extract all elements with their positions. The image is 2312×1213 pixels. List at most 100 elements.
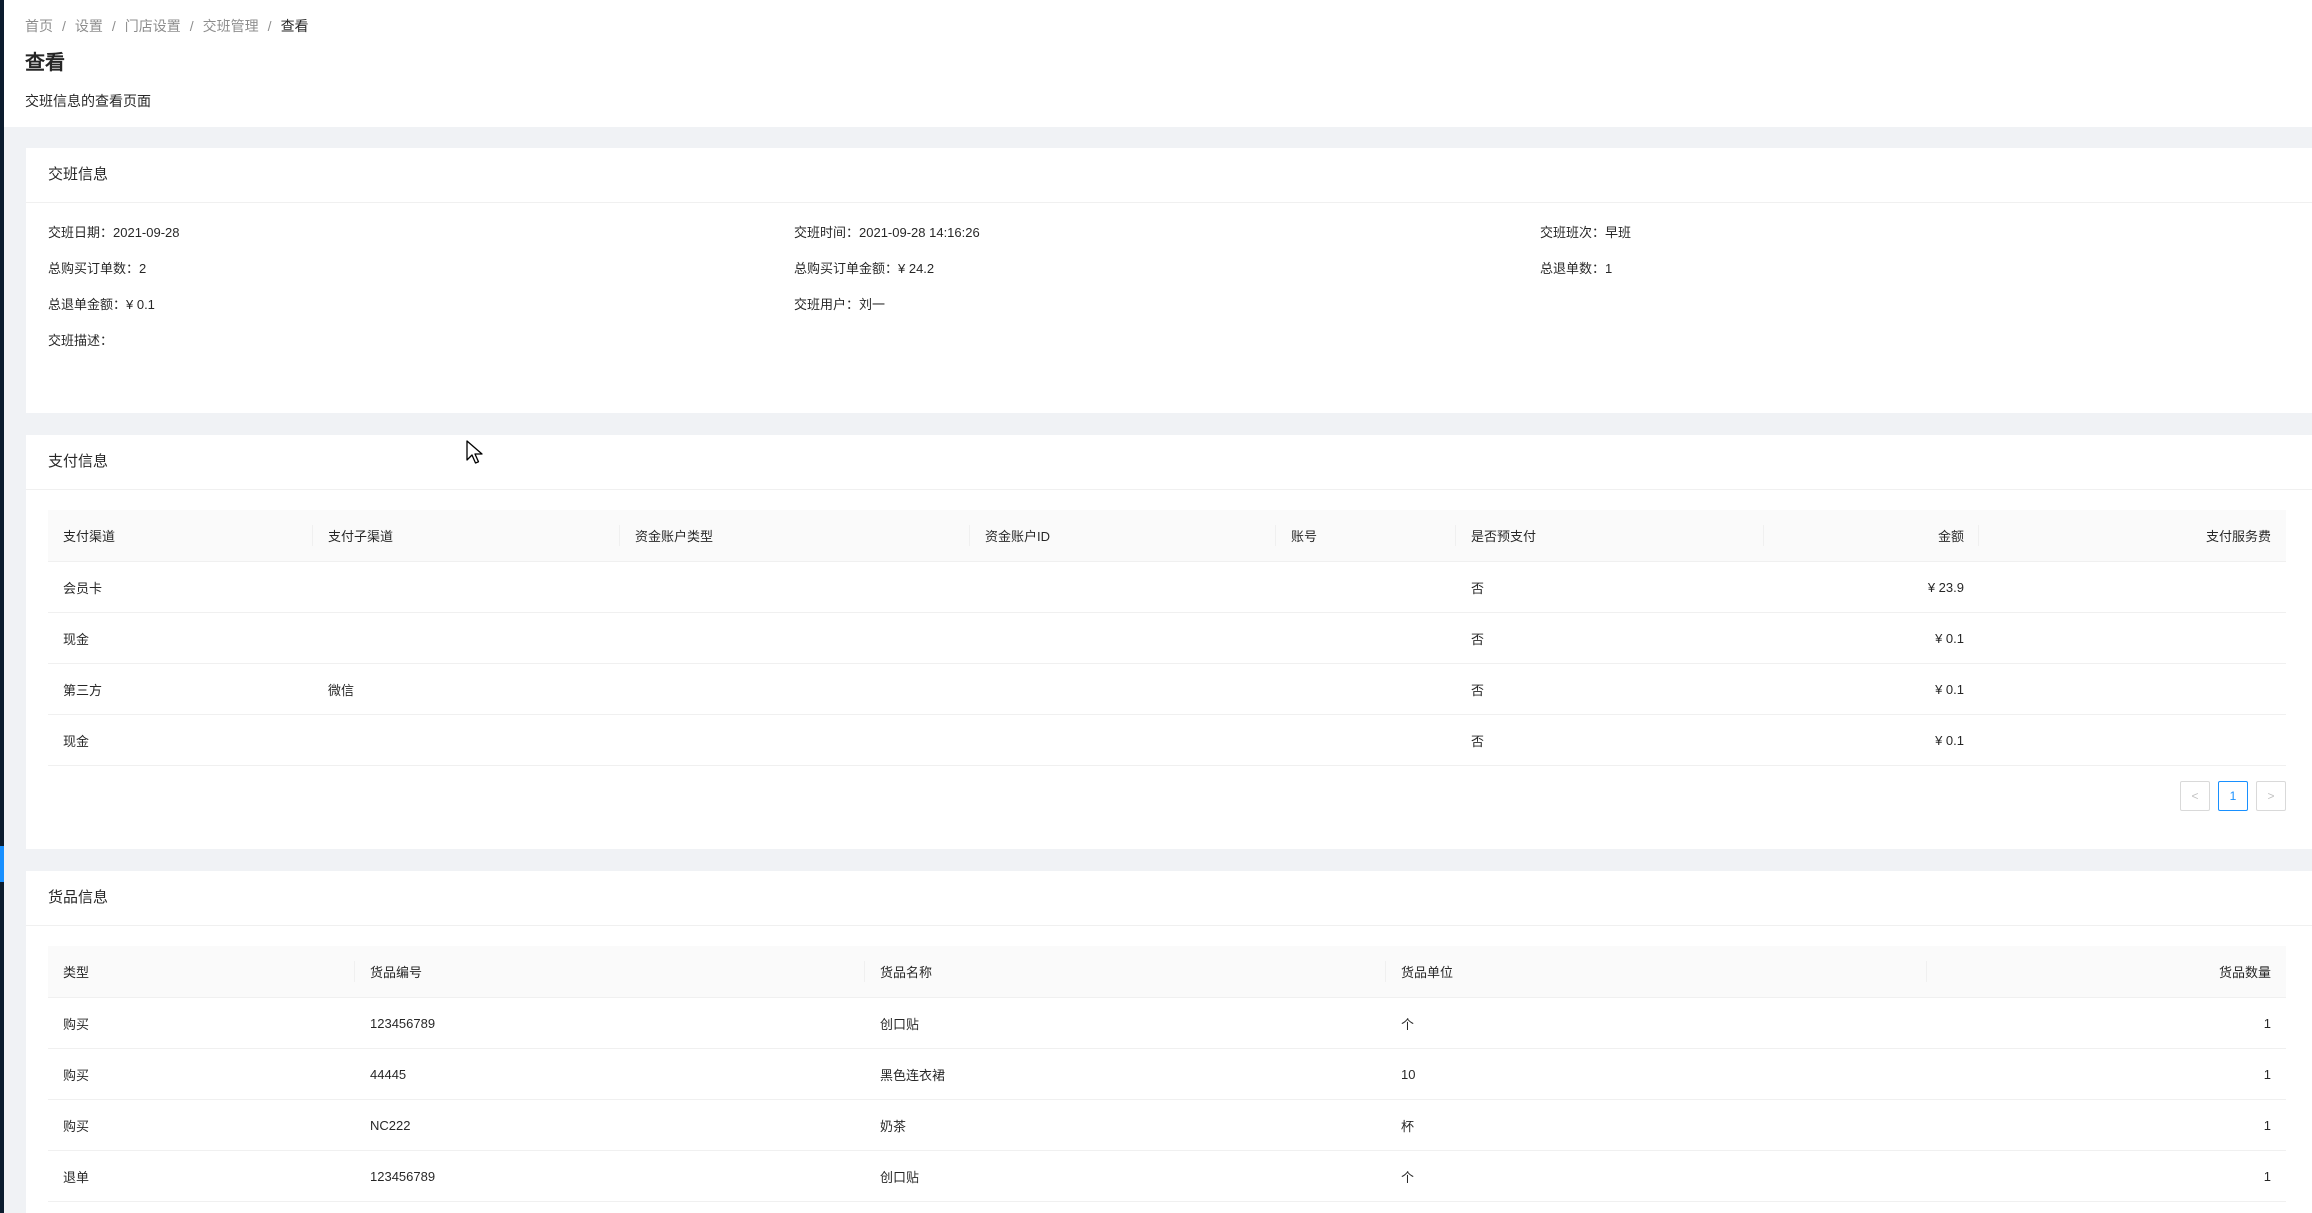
page-header: 首页 / 设置 / 门店设置 / 交班管理 / 查看 查看 交班信息的查看页面 (4, 17, 2312, 127)
col-header-code: 货品编号 (355, 946, 865, 998)
cell-account-no (1276, 612, 1456, 664)
payment-info-card: 支付信息 支付渠道 支付子渠道 资金账户类型 资金账户ID 账号 是否预支付 金… (26, 435, 2312, 849)
breadcrumb-store-settings[interactable]: 门店设置 (125, 17, 181, 35)
cell-name: 创口贴 (865, 1150, 1386, 1202)
total-refunds: 总退单数：1 (1540, 261, 1613, 276)
breadcrumb-separator: / (62, 18, 66, 34)
cell-account-type (620, 612, 970, 664)
table-row: 第三方 微信 否 ¥ 0.1 (48, 663, 2286, 715)
breadcrumb-home[interactable]: 首页 (25, 17, 53, 35)
cell-qty: 1 (1927, 997, 2286, 1049)
cell-qty: 1 (1927, 1048, 2286, 1100)
table-header-row: 支付渠道 支付子渠道 资金账户类型 资金账户ID 账号 是否预支付 金额 支付服… (48, 510, 2286, 562)
table-row: 购买 123456789 创口贴 个 1 (48, 997, 2286, 1049)
cell-name: 创口贴 (865, 997, 1386, 1049)
cell-type: 购买 (48, 997, 355, 1049)
cell-prepaid: 否 (1456, 663, 1764, 715)
cell-sub-channel (313, 714, 620, 766)
breadcrumb-separator: / (267, 18, 272, 34)
cell-account-id (970, 612, 1276, 664)
top-bar (4, 0, 2312, 18)
col-header-unit: 货品单位 (1386, 946, 1927, 998)
col-header-fee: 支付服务费 (1979, 510, 2286, 562)
cell-unit: 个 (1386, 997, 1927, 1049)
shift-date: 交班日期：2021-09-28 (48, 225, 180, 240)
cell-fee (1979, 612, 2286, 664)
table-row: 现金 否 ¥ 0.1 (48, 714, 2286, 766)
arrow-cursor-icon (466, 440, 483, 464)
col-header-name: 货品名称 (865, 946, 1386, 998)
table-row: 购买 44445 黑色连衣裙 10 1 (48, 1048, 2286, 1100)
cell-channel: 会员卡 (48, 561, 313, 613)
breadcrumb-settings[interactable]: 设置 (75, 17, 103, 35)
shift-user: 交班用户：刘一 (794, 297, 886, 312)
cell-type: 退单 (48, 1150, 355, 1202)
cell-code: 44445 (355, 1048, 865, 1100)
col-header-account-no: 账号 (1276, 510, 1456, 562)
cell-channel: 现金 (48, 714, 313, 766)
cell-unit: 10 (1386, 1048, 1927, 1100)
cell-code: 123456789 (355, 997, 865, 1049)
page-title: 查看 (25, 52, 65, 74)
cell-fee (1979, 561, 2286, 613)
table-row: 会员卡 否 ¥ 23.9 (48, 561, 2286, 613)
col-header-channel: 支付渠道 (48, 510, 313, 562)
cell-sub-channel: 微信 (313, 663, 620, 715)
goods-info-title: 货品信息 (48, 889, 109, 906)
cell-account-type (620, 714, 970, 766)
desc-row: 总退单金额：¥ 0.1 交班用户：刘一 (48, 295, 2288, 331)
cell-prepaid: 否 (1456, 561, 1764, 613)
col-header-account-id: 资金账户ID (970, 510, 1276, 562)
cell-account-id (970, 663, 1276, 715)
cell-sub-channel (313, 612, 620, 664)
cell-amount: ¥ 0.1 (1764, 612, 1979, 664)
cell-name: 奶茶 (865, 1099, 1386, 1151)
breadcrumb-shift-management[interactable]: 交班管理 (203, 17, 259, 35)
col-header-amount: 金额 (1764, 510, 1979, 562)
total-refund-amount: 总退单金额：¥ 0.1 (48, 297, 155, 312)
col-header-sub-channel: 支付子渠道 (313, 510, 620, 562)
shift-info-descriptions: 交班日期：2021-09-28 交班时间：2021-09-28 14:16:26… (48, 223, 2288, 367)
cell-account-no (1276, 663, 1456, 715)
pagination-page-1[interactable]: 1 (2218, 781, 2248, 811)
cell-sub-channel (313, 561, 620, 613)
page-description: 交班信息的查看页面 (25, 93, 151, 109)
cell-qty: 1 (1927, 1099, 2286, 1151)
payment-info-title: 支付信息 (48, 453, 109, 470)
desc-row: 交班描述： (48, 331, 2288, 367)
goods-info-card-header: 货品信息 (26, 871, 2312, 926)
cell-amount: ¥ 0.1 (1764, 714, 1979, 766)
payment-table: 支付渠道 支付子渠道 资金账户类型 资金账户ID 账号 是否预支付 金额 支付服… (48, 510, 2286, 766)
cell-code: NC222 (355, 1099, 865, 1151)
col-header-type: 类型 (48, 946, 355, 998)
cell-unit: 个 (1386, 1150, 1927, 1202)
cell-account-id (970, 561, 1276, 613)
shift-description: 交班描述： (48, 333, 114, 348)
sider-active-indicator (0, 846, 4, 882)
table-row: 退单 123456789 创口贴 个 1 (48, 1150, 2286, 1202)
pagination-next-button[interactable]: > (2256, 781, 2286, 811)
shift-info-title: 交班信息 (48, 166, 109, 183)
breadcrumb: 首页 / 设置 / 门店设置 / 交班管理 / 查看 (25, 17, 309, 35)
cell-amount: ¥ 0.1 (1764, 663, 1979, 715)
shift-info-card: 交班信息 交班日期：2021-09-28 交班时间：2021-09-28 14:… (26, 148, 2312, 413)
left-sider (0, 0, 4, 1213)
goods-table: 类型 货品编号 货品名称 货品单位 货品数量 购买 123456789 创口贴 … (48, 946, 2286, 1202)
cell-unit: 杯 (1386, 1099, 1927, 1151)
cell-name: 黑色连衣裙 (865, 1048, 1386, 1100)
pagination: <1 > (2172, 781, 2286, 811)
page-root: 首页 / 设置 / 门店设置 / 交班管理 / 查看 查看 交班信息的查看页面 交班信息 交班日… (0, 0, 2312, 1213)
table-row: 现金 否 ¥ 0.1 (48, 612, 2286, 664)
pagination-prev-button[interactable]: < (2180, 781, 2210, 811)
cell-code: 123456789 (355, 1150, 865, 1202)
shift-period: 交班班次：早班 (1540, 225, 1632, 240)
cell-account-id (970, 714, 1276, 766)
breadcrumb-current: 查看 (280, 18, 309, 34)
cell-qty: 1 (1927, 1150, 2286, 1202)
cell-amount: ¥ 23.9 (1764, 561, 1979, 613)
cell-account-no (1276, 714, 1456, 766)
cell-fee (1979, 663, 2286, 715)
breadcrumb-separator: / (111, 18, 116, 34)
cell-fee (1979, 714, 2286, 766)
col-header-prepaid: 是否预支付 (1456, 510, 1764, 562)
